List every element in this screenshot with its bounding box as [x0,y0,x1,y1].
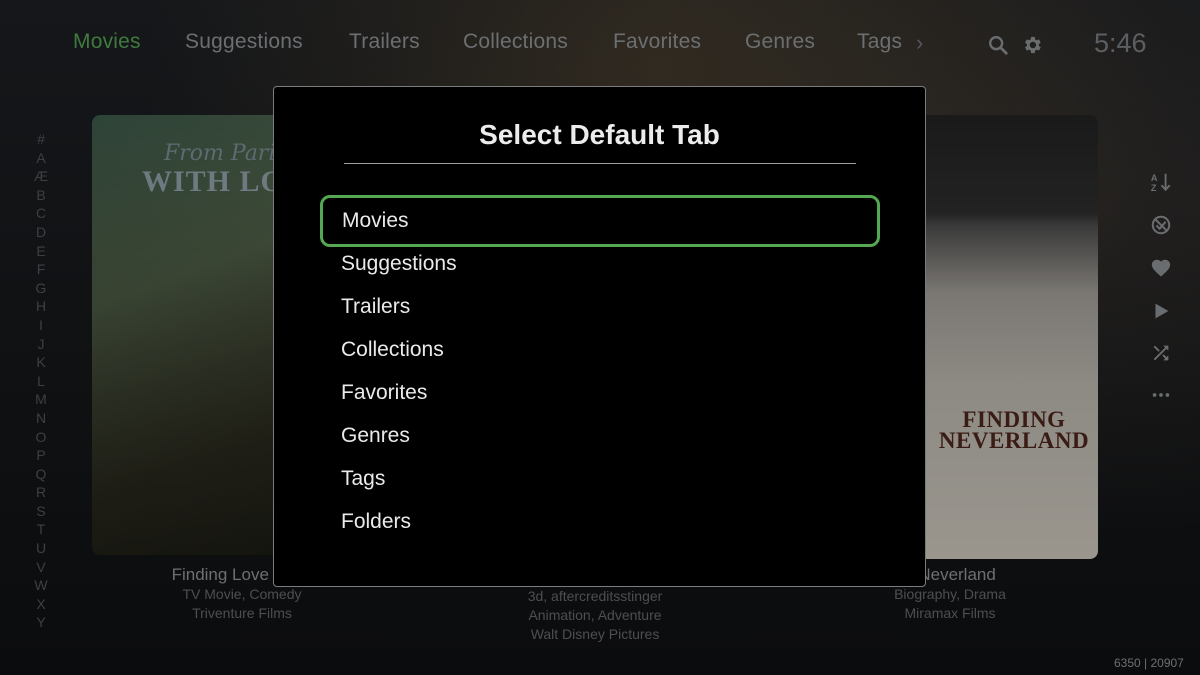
alpha-letter[interactable]: L [34,372,48,391]
dialog-divider [344,163,856,164]
play-icon[interactable] [1150,300,1172,322]
alpha-letter[interactable]: S [34,502,48,521]
alpha-letter[interactable]: C [34,204,48,223]
tab-trailers[interactable]: Trailers [349,30,420,54]
watched-filter-icon[interactable] [1150,214,1172,236]
alpha-letter[interactable]: W [34,576,48,595]
movie-genres: Biography, Drama [894,586,1006,602]
alpha-letter[interactable]: H [34,297,48,316]
search-icon[interactable] [987,34,1009,56]
heart-icon[interactable] [1150,257,1172,279]
alpha-letter[interactable]: M [34,390,48,409]
alpha-letter[interactable]: D [34,223,48,242]
alpha-letter[interactable]: B [34,186,48,205]
gear-icon[interactable] [1021,34,1043,56]
poster-text: FINDING NEVERLAND [938,407,1090,453]
svg-text:Z: Z [1151,183,1157,193]
alpha-letter[interactable]: E [34,242,48,261]
tab-movies[interactable]: Movies [73,30,141,54]
alpha-letter[interactable]: A [34,149,48,168]
alpha-letter[interactable]: T [34,520,48,539]
alpha-letter[interactable]: Q [34,465,48,484]
tab-suggestions[interactable]: Suggestions [185,30,303,54]
svg-text:A: A [1151,173,1158,183]
dialog-title: Select Default Tab [479,119,720,150]
alphabet-jump-list: # A Æ B C D E F G H I J K L M N O P Q R … [34,130,48,632]
poster-text: WITH LO [142,165,285,198]
alpha-letter[interactable]: # [34,130,48,149]
clock: 5:46 [1094,28,1147,58]
alpha-letter[interactable]: Y [34,613,48,632]
movie-caption: 3d, aftercreditsstinger Animation, Adven… [445,587,745,644]
movie-tags: 3d, aftercreditsstinger [527,588,663,604]
alpha-letter[interactable]: N [34,409,48,428]
top-navigation: Movies Suggestions Trailers Collections … [0,0,1200,90]
alpha-letter[interactable]: J [34,335,48,354]
item-counter: 6350 | 20907 [1114,656,1184,670]
shuffle-icon[interactable] [1150,342,1172,364]
alpha-letter[interactable]: X [34,595,48,614]
alpha-letter[interactable]: R [34,483,48,502]
alpha-letter[interactable]: O [34,428,48,447]
movie-genres: TV Movie, Comedy [182,586,302,602]
chevron-right-icon[interactable]: › [916,30,923,56]
select-default-tab-dialog: Select Default Tab Movies Suggestions Tr… [273,86,926,587]
tab-tags[interactable]: Tags [857,30,902,54]
movie-genres: Animation, Adventure [528,607,662,623]
alpha-letter[interactable]: F [34,260,48,279]
alpha-letter[interactable]: I [34,316,48,335]
alpha-letter[interactable]: V [34,558,48,577]
poster-text: From Paris [164,141,287,166]
alpha-letter[interactable]: K [34,353,48,372]
tab-collections[interactable]: Collections [463,30,568,54]
tab-favorites[interactable]: Favorites [613,30,701,54]
movie-studio: Triventure Films [192,605,292,621]
movie-studio: Walt Disney Pictures [530,626,660,642]
alpha-letter[interactable]: P [34,446,48,465]
tab-genres[interactable]: Genres [745,30,815,54]
movie-studio: Miramax Films [904,605,996,621]
more-icon[interactable] [1150,384,1172,406]
alpha-letter[interactable]: Æ [34,167,48,186]
alpha-letter[interactable]: U [34,539,48,558]
option-folders[interactable]: Folders [320,497,880,549]
sort-az-icon[interactable]: A Z [1150,171,1172,193]
alpha-letter[interactable]: G [34,279,48,298]
